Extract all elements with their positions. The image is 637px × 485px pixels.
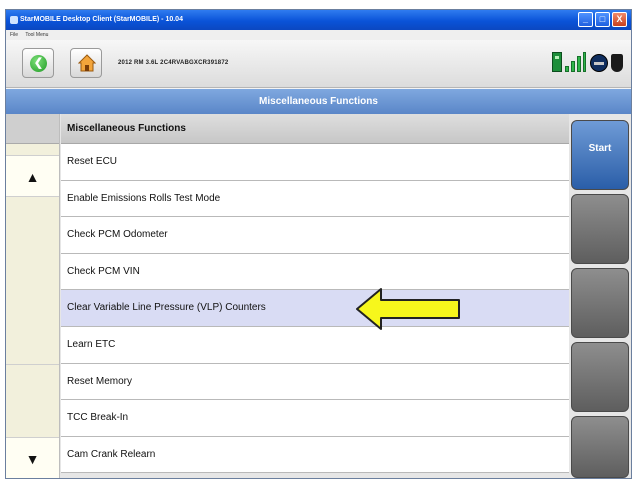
minimize-button[interactable]: _ [578,12,593,27]
divider [6,364,59,365]
table-row[interactable]: Learn ETC [61,326,569,364]
vci-connection-icon [590,54,608,72]
scroll-up-button[interactable]: ▲ [6,155,59,197]
toolbar: ❮ 2012 RM 3.6L 2C4RVABGXCR391872 [6,40,631,88]
app-window: StarMOBILE Desktop Client (StarMOBILE) -… [5,9,632,479]
table-row[interactable]: Check PCM Odometer [61,217,569,254]
signal-strength-icon [565,52,587,72]
action-button-2[interactable] [571,194,629,264]
home-button[interactable] [70,48,102,78]
scroll-column-header [6,114,59,144]
close-button[interactable]: X [612,12,627,27]
action-button-5[interactable] [571,416,629,478]
status-icons [552,52,623,72]
window-controls: _ □ X [578,12,627,27]
back-arrow-icon: ❮ [30,55,47,72]
battery-icon [552,52,562,72]
function-list-area: ▲ ▼ Miscellaneous Functions Reset ECU En… [6,114,631,478]
table-row[interactable]: Check PCM VIN [61,253,569,291]
table-row[interactable]: TCC Break-In [61,400,569,437]
title-bar: StarMOBILE Desktop Client (StarMOBILE) -… [6,10,631,30]
table-row-selected[interactable]: Clear Variable Line Pressure (VLP) Count… [61,290,569,327]
action-column: Start [569,114,631,478]
table-row[interactable]: Reset Memory [61,363,569,401]
vehicle-info: 2012 RM 3.6L 2C4RVABGXCR391872 [118,60,229,66]
action-button-3[interactable] [571,268,629,338]
functions-table: Miscellaneous Functions Reset ECU Enable… [61,114,569,478]
home-icon [78,54,96,72]
start-button[interactable]: Start [571,120,629,190]
page-title: Miscellaneous Functions [6,89,631,114]
table-row[interactable]: Cam Crank Relearn [61,436,569,474]
menu-bar: File Tool Menu [6,30,631,40]
menu-tool[interactable]: Tool Menu [25,32,48,38]
scroll-column: ▲ ▼ [6,114,60,478]
menu-file[interactable]: File [10,32,18,38]
action-button-4[interactable] [571,342,629,412]
security-shield-icon [611,54,623,72]
table-row[interactable]: Enable Emissions Rolls Test Mode [61,180,569,218]
table-column-header: Miscellaneous Functions [61,114,569,144]
maximize-button[interactable]: □ [595,12,610,27]
app-icon [10,16,18,24]
highlight-arrow-icon [356,288,460,330]
table-row[interactable]: Reset ECU [61,144,569,181]
scroll-down-button[interactable]: ▼ [6,437,59,478]
window-title: StarMOBILE Desktop Client (StarMOBILE) -… [20,16,183,23]
back-button[interactable]: ❮ [22,48,54,78]
